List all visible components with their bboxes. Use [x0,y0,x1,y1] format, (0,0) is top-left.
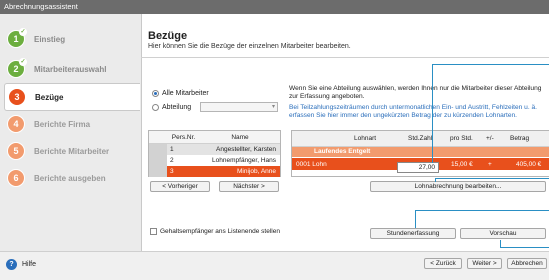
callout-line [415,210,549,211]
step-einstieg[interactable]: 1 ✓ Einstieg [4,26,139,52]
callout-line [432,64,433,163]
wage-type: 0001 Lohn [296,161,327,168]
column-header-sign: +/- [486,135,494,142]
steps-sidebar: 1 ✓ Einstieg 2 ✓ Mitarbeiterauswahl 3 Bezü… [0,14,142,251]
page-subtitle: Hier können Sie die Bezüge der einzelnen… [148,43,351,50]
step-number: 6 [7,169,25,187]
check-icon: ✓ [19,28,27,36]
radio-department[interactable]: Abteilung [152,104,191,111]
department-info-text: Wenn Sie eine Abteilung auswählen, werde… [289,85,542,100]
wage-amount: 405,00 € [516,161,542,168]
help-icon: ? [6,259,17,270]
table-row[interactable]: 1 Angestellter, Karsten [149,144,280,155]
wage-table-header: Lohnart Std.Zahl pro Std. +/- Betrag [292,131,549,147]
step-number: 1 ✓ [7,28,27,48]
step-number: 3 [8,88,26,106]
window-title: Abrechnungsassistent [0,0,549,14]
radio-icon [152,104,159,111]
hours-entry-button[interactable]: Stundenerfassung [370,228,456,239]
step-bezuege[interactable]: 3 Bezüge [4,83,140,111]
next-employee-button[interactable]: Nächster > [219,181,279,192]
help-button[interactable]: ? Hilfe [6,259,36,270]
step-label: Mitarbeiterauswahl [34,64,107,74]
header-divider [141,57,549,58]
chevron-down-icon: ▾ [271,104,275,110]
step-label: Bezüge [35,92,64,102]
check-icon: ✓ [19,58,27,66]
callout-line [500,247,549,248]
table-row[interactable]: 2 Lohnempfänger, Hans [149,155,280,166]
previous-employee-button[interactable]: < Vorheriger [150,181,210,192]
table-row-selected[interactable]: 3 Minijob, Anne [149,166,280,177]
step-number: 5 [7,142,25,160]
cancel-button[interactable]: Abbrechen [507,258,547,269]
step-mitarbeiterauswahl[interactable]: 2 ✓ Mitarbeiterauswahl [4,56,139,82]
employee-table-header: Pers.Nr. Name [149,131,280,144]
radio-all-employees[interactable]: Alle Mitarbeiter [152,90,209,97]
employee-table: Pers.Nr. Name 1 Angestellter, Karsten 2 … [148,130,281,177]
step-berichte-mitarbeiter[interactable]: 5 Berichte Mitarbeiter [4,138,139,164]
column-header-pro-std: pro Std. [450,135,473,142]
callout-line [415,210,416,228]
page-header: Bezüge Hier können Sie die Bezüge der ei… [148,30,351,50]
column-header-lohnart: Lohnart [354,135,377,142]
wage-section-header: Laufendes Entgelt [292,147,549,157]
step-label: Einstieg [34,34,66,44]
step-label: Berichte Mitarbeiter [34,146,110,156]
callout-line [435,178,436,182]
preview-button[interactable]: Vorschau [460,228,546,239]
column-header-name: Name [231,133,249,141]
wage-sign: + [488,161,492,168]
column-header-std-zahl: Std.Zahl [408,135,433,142]
back-button[interactable]: < Zurück [424,258,462,269]
hours-input[interactable]: 27,00 [397,162,439,173]
radio-icon [152,90,159,97]
callout-line [432,64,549,65]
forward-button[interactable]: Weiter > [467,258,502,269]
wage-rate: 15,00 € [451,161,473,168]
step-berichte-ausgeben[interactable]: 6 Berichte ausgeben [4,165,139,191]
page-title: Bezüge [148,30,188,42]
step-label: Berichte Firma [34,119,91,129]
column-header-betrag: Betrag [510,135,530,142]
step-berichte-firma[interactable]: 4 Berichte Firma [4,111,139,137]
department-select[interactable]: ▾ [200,102,278,112]
checkbox-icon [150,228,157,235]
step-number: 4 [7,115,25,133]
step-label: Berichte ausgeben [34,173,106,183]
edit-wage-button[interactable]: Lohnabrechnung bearbeiten... [370,181,546,192]
partial-period-info-text: Bei Teilzahlungszeiträumen durch unterm­… [289,104,538,119]
step-number: 2 ✓ [7,58,27,78]
column-header-persnr: Pers.Nr. [171,133,196,141]
salary-last-checkbox[interactable]: Gehaltsempfänger ans Listenende stellen [150,228,280,235]
callout-line [435,178,549,179]
